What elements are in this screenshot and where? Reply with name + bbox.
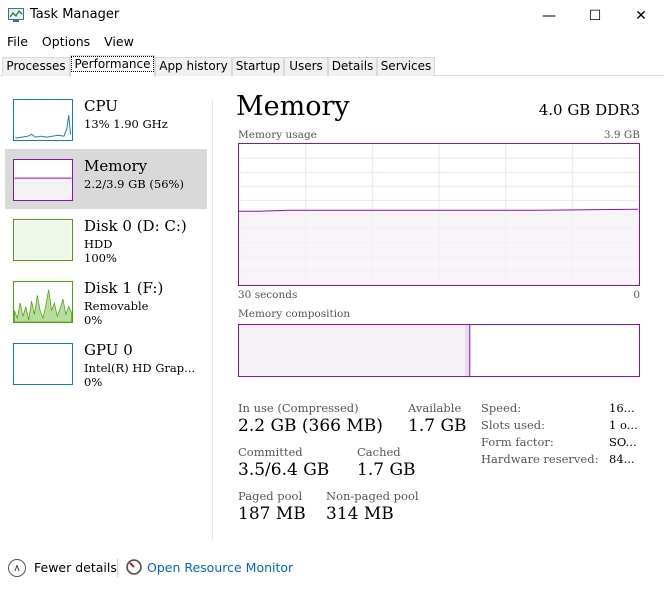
slots-value: 1 o...	[609, 418, 638, 432]
hardware-reserved-label: Hardware reserved:	[481, 452, 599, 466]
time-axis-left: 30 seconds	[238, 289, 298, 301]
minimize-icon: —	[542, 8, 556, 24]
tab-users[interactable]: Users	[284, 57, 328, 76]
gpu-thumbnail-graph	[13, 343, 73, 385]
speed-label: Speed:	[481, 401, 522, 415]
tab-details-label: Details	[331, 59, 374, 73]
nonpaged-pool-label: Non-paged pool	[326, 489, 419, 503]
gpu-name: GPU 0	[84, 341, 133, 359]
sidebar-item-disk0[interactable]: Disk 0 (D: C:) HDD 100%	[5, 209, 207, 269]
tab-performance-label: Performance	[71, 56, 154, 72]
speed-value: 16...	[609, 401, 635, 415]
memory-thumbnail-graph	[13, 159, 73, 201]
page-title: Memory	[236, 91, 350, 122]
memory-composition-bar	[238, 324, 640, 377]
maximize-button[interactable]: ☐	[572, 0, 618, 32]
maximize-icon: ☐	[588, 8, 602, 24]
available-label: Available	[408, 401, 462, 415]
nonpaged-pool-value: 314 MB	[326, 504, 394, 524]
memory-usage: 2.2/3.9 GB (56%)	[84, 177, 184, 191]
usage-area	[239, 210, 639, 285]
footer-separator	[117, 559, 118, 577]
cached-label: Cached	[357, 445, 401, 459]
fewer-details-button[interactable]: Fewer details	[34, 560, 117, 575]
form-factor-value: SO...	[609, 435, 637, 449]
in-use-label: In use (Compressed)	[238, 401, 359, 415]
gpu-usage: 0%	[84, 375, 103, 389]
menu-options[interactable]: Options	[35, 32, 97, 52]
disk1-type: Removable	[84, 299, 149, 313]
cpu-thumbnail-graph	[13, 99, 73, 141]
window-title: Task Manager	[30, 7, 120, 22]
minimize-button[interactable]: —	[526, 0, 572, 32]
tab-app-history[interactable]: App history	[155, 57, 232, 76]
disk0-activity: 100%	[84, 251, 117, 265]
title-bar[interactable]: Task Manager — ☐ ✕	[0, 0, 664, 32]
tab-users-label: Users	[289, 59, 323, 73]
composition-modified	[465, 325, 470, 376]
tab-performance[interactable]: Performance	[70, 55, 155, 77]
menu-bar: File Options View	[0, 32, 141, 52]
memory-name: Memory	[84, 157, 148, 175]
tab-startup-label: Startup	[235, 59, 281, 73]
tab-processes-label: Processes	[6, 59, 66, 73]
tab-processes[interactable]: Processes	[2, 57, 70, 76]
task-manager-icon	[8, 8, 24, 22]
gpu-model: Intel(R) HD Grap...	[84, 361, 196, 375]
resource-monitor-icon	[126, 559, 142, 575]
usage-graph-max: 3.9 GB	[603, 129, 640, 141]
resource-sidebar: CPU 13% 1.90 GHz Memory 2.2/3.9 GB (56%)…	[0, 85, 212, 540]
open-resource-monitor-link[interactable]: Open Resource Monitor	[147, 560, 293, 575]
composition-in-use	[239, 325, 465, 376]
menu-file[interactable]: File	[0, 32, 35, 52]
hardware-reserved-value: 84...	[609, 452, 635, 466]
usage-graph-label: Memory usage	[238, 129, 317, 141]
cpu-name: CPU	[84, 97, 118, 115]
tab-app-history-label: App history	[159, 59, 228, 73]
tab-strip: Processes Performance App history Startu…	[0, 55, 664, 77]
memory-spec: 4.0 GB DDR3	[538, 101, 640, 119]
time-axis-right: 0	[633, 289, 640, 301]
in-use-value: 2.2 GB (366 MB)	[238, 416, 383, 436]
available-value: 1.7 GB	[408, 416, 467, 436]
close-button[interactable]: ✕	[618, 0, 664, 32]
paged-pool-label: Paged pool	[238, 489, 303, 503]
committed-value: 3.5/6.4 GB	[238, 460, 330, 480]
sidebar-item-disk1[interactable]: Disk 1 (F:) Removable 0%	[5, 271, 207, 331]
disk0-thumbnail-graph	[13, 219, 73, 261]
close-icon: ✕	[635, 8, 647, 24]
footer-bar: ∧ Fewer details Open Resource Monitor	[0, 554, 664, 584]
sidebar-item-memory[interactable]: Memory 2.2/3.9 GB (56%)	[5, 149, 207, 209]
disk1-thumbnail-graph	[13, 281, 73, 323]
tab-details[interactable]: Details	[328, 57, 377, 76]
chevron-up-icon[interactable]: ∧	[8, 559, 26, 577]
sidebar-item-gpu0[interactable]: GPU 0 Intel(R) HD Grap... 0%	[5, 333, 207, 393]
disk0-type: HDD	[84, 237, 113, 251]
form-factor-label: Form factor:	[481, 435, 554, 449]
tab-services-label: Services	[380, 59, 432, 73]
paged-pool-value: 187 MB	[238, 504, 306, 524]
tab-startup[interactable]: Startup	[232, 57, 284, 76]
menu-view[interactable]: View	[97, 32, 141, 52]
sidebar-item-cpu[interactable]: CPU 13% 1.90 GHz	[5, 89, 207, 149]
sidebar-divider	[212, 100, 213, 540]
committed-label: Committed	[238, 445, 303, 459]
cached-value: 1.7 GB	[357, 460, 416, 480]
slots-label: Slots used:	[481, 418, 546, 432]
memory-usage-graph	[238, 143, 640, 286]
composition-label: Memory composition	[238, 308, 351, 320]
disk1-activity: 0%	[84, 313, 103, 327]
tab-services[interactable]: Services	[377, 57, 435, 76]
disk0-name: Disk 0 (D: C:)	[84, 217, 187, 235]
disk1-name: Disk 1 (F:)	[84, 279, 164, 297]
cpu-usage: 13% 1.90 GHz	[84, 117, 168, 131]
